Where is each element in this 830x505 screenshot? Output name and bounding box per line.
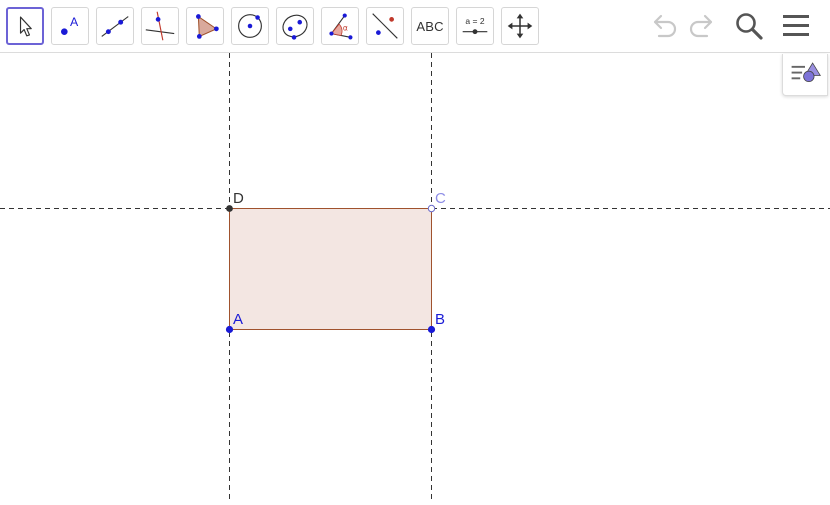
angle-icon: α [329, 13, 353, 40]
point-tool-letter: A [70, 15, 79, 29]
point-c[interactable] [427, 204, 436, 213]
perpendicular-tool-button[interactable] [141, 7, 179, 45]
circle-with-center-icon [238, 14, 262, 38]
point-tool-button[interactable]: A [51, 7, 89, 45]
ellipse-tool-button[interactable] [276, 7, 314, 45]
main-menu-button[interactable] [780, 10, 812, 42]
label-a: A [233, 311, 243, 328]
text-tool-button[interactable]: ABC [411, 7, 449, 45]
toolbar: A α ABC a = 2 [0, 0, 830, 53]
perpendicular-line-icon [145, 11, 175, 41]
cursor-arrow-icon [19, 16, 32, 37]
slider-tool-label: a = 2 [465, 16, 484, 26]
slider-tool-button[interactable]: a = 2 [456, 7, 494, 45]
reflect-tool-button[interactable] [366, 7, 404, 45]
label-b: B [435, 311, 445, 328]
move-graphics-tool-button[interactable] [501, 7, 539, 45]
ellipse-icon [282, 14, 308, 40]
move-graphics-view-icon [507, 13, 533, 39]
angle-alpha-label: α [343, 24, 348, 33]
label-c: C [435, 190, 446, 207]
polygon-tool-button[interactable] [186, 7, 224, 45]
slider-icon: a = 2 [462, 16, 488, 35]
search-button[interactable] [733, 10, 765, 42]
point-b[interactable] [427, 325, 436, 334]
line-through-two-points-icon [101, 16, 129, 37]
undo-button[interactable] [648, 10, 680, 42]
undo-icon [653, 14, 677, 38]
redo-icon [689, 14, 713, 38]
point-d[interactable] [226, 205, 233, 212]
menu-icon [783, 15, 809, 36]
label-d: D [233, 190, 244, 207]
point-icon: A [61, 15, 79, 35]
reflect-about-line-icon [372, 13, 398, 39]
rectangle-abcd[interactable] [229, 208, 432, 330]
polygon-icon [196, 14, 219, 39]
point-a[interactable] [225, 325, 234, 334]
text-icon: ABC [416, 18, 444, 34]
angle-tool-button[interactable]: α [321, 7, 359, 45]
move-tool-button[interactable] [6, 7, 44, 45]
search-icon [736, 13, 763, 40]
circle-tool-button[interactable] [231, 7, 269, 45]
redo-button[interactable] [686, 10, 718, 42]
line-tool-button[interactable] [96, 7, 134, 45]
graphics-view[interactable]: A B C D [0, 53, 830, 500]
